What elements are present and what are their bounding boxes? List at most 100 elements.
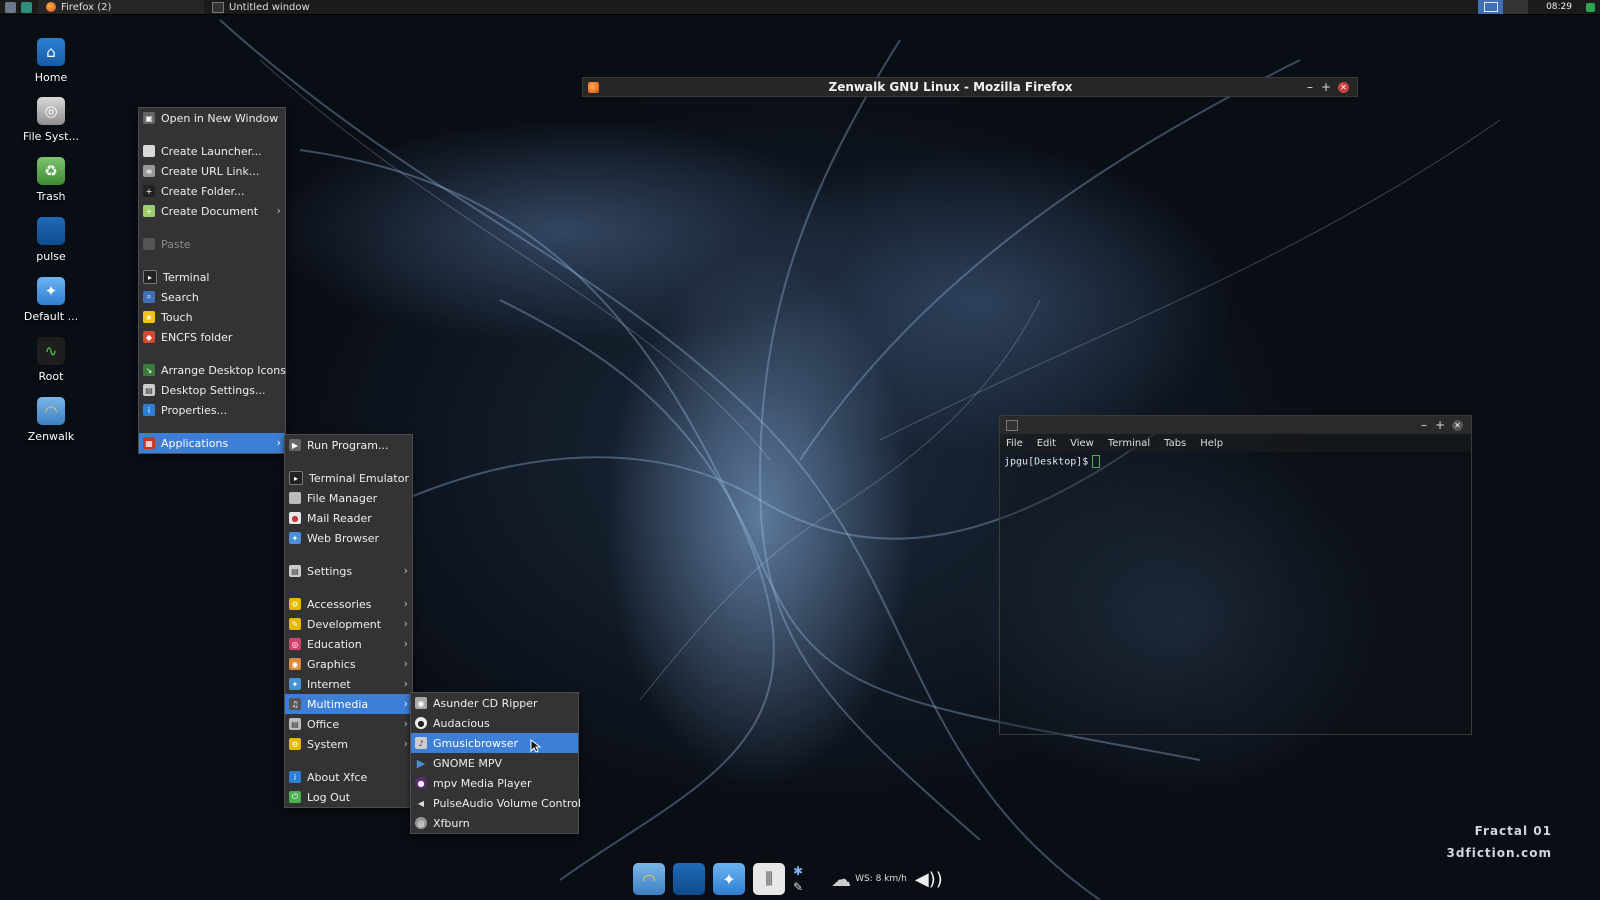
menu-item-label: Arrange Desktop Icons <box>161 363 286 377</box>
menu-item-create-launcher[interactable]: Create Launcher... <box>139 141 285 161</box>
terminal-body[interactable]: jpgu[Desktop]$ <box>1000 452 1471 471</box>
menu-item-label: Run Program... <box>307 438 389 452</box>
terminal-icon <box>212 1 224 13</box>
desktop-icon-filesystem[interactable]: ◎ File Syst... <box>15 97 87 143</box>
tray-icon[interactable] <box>1586 2 1595 12</box>
menu-item-label: Create Folder... <box>161 184 245 198</box>
menu-item-education[interactable]: ◎ Education › <box>285 634 412 654</box>
show-desktop-icon[interactable] <box>21 1 32 13</box>
menu-item-arrange-icons[interactable]: ↘ Arrange Desktop Icons <box>139 360 286 380</box>
shield-icon: ◆ <box>143 331 155 343</box>
menu-item-label: Asunder CD Ripper <box>433 696 538 710</box>
menu-item-open-new-window[interactable]: ▣ Open in New Window <box>139 108 285 128</box>
workspace-1[interactable] <box>1478 0 1504 14</box>
menu-item-log-out[interactable]: ⏻ Log Out <box>285 787 412 807</box>
menu-item-system[interactable]: ⚙ System › <box>285 734 412 754</box>
menu-item-gmusicbrowser[interactable]: ♪ Gmusicbrowser <box>411 733 578 753</box>
chevron-right-icon: › <box>276 204 281 217</box>
menu-item-asunder[interactable]: ◉ Asunder CD Ripper <box>411 693 578 713</box>
menu-item-create-document[interactable]: + Create Document › <box>139 201 285 221</box>
taskbar-item-firefox[interactable]: Firefox (2) <box>38 0 204 14</box>
desktop-icon-label: Home <box>34 71 68 84</box>
close-icon[interactable]: ✕ <box>1452 419 1463 431</box>
menu-file[interactable]: File <box>1006 438 1023 449</box>
menu-item-internet[interactable]: ✦ Internet › <box>285 674 412 694</box>
menu-item-xfburn[interactable]: ◎ Xfburn <box>411 813 578 833</box>
menu-item-create-url-link[interactable]: ≡ Create URL Link... <box>139 161 285 181</box>
menu-item-label: Xfburn <box>433 816 470 830</box>
menu-item-applications[interactable]: ▦ Applications › <box>139 433 285 453</box>
bluetooth-icon[interactable]: ✱ <box>793 863 803 879</box>
menu-item-label: Mail Reader <box>307 511 372 525</box>
workspace-2[interactable] <box>1503 0 1528 14</box>
zenwalk-icon[interactable]: ◠ <box>633 863 665 895</box>
menu-view[interactable]: View <box>1070 438 1094 449</box>
menu-item-mail-reader[interactable]: ● Mail Reader <box>285 508 412 528</box>
menu-item-label: Open in New Window <box>161 111 279 125</box>
weather-widget[interactable]: ☁ WS: 8 km/h <box>831 867 907 891</box>
info-icon: i <box>143 404 155 416</box>
maximize-icon[interactable]: + <box>1318 80 1334 94</box>
menu-item-properties[interactable]: i Properties... <box>139 400 285 420</box>
clock[interactable]: 08:29 <box>1528 2 1586 12</box>
menu-help[interactable]: Help <box>1200 438 1223 449</box>
pen-icon[interactable]: ✎ <box>793 879 803 895</box>
taskbar-item-untitled[interactable]: Untitled window <box>204 0 370 14</box>
volume-icon[interactable]: ◀)) <box>915 869 943 890</box>
terminal-window[interactable]: – + ✕ File Edit View Terminal Tabs Help … <box>999 415 1472 735</box>
menu-item-development[interactable]: ✎ Development › <box>285 614 412 634</box>
menu-item-label: Audacious <box>433 716 490 730</box>
terminal-menubar: File Edit View Terminal Tabs Help <box>1000 434 1471 452</box>
menu-item-terminal[interactable]: ▸ Terminal <box>139 267 285 287</box>
desktop-icon-home[interactable]: ⌂ Home <box>15 38 87 84</box>
window-title: Zenwalk GNU Linux - Mozilla Firefox <box>828 80 1073 94</box>
close-icon[interactable]: ✕ <box>1338 81 1349 93</box>
minimize-icon[interactable]: – <box>1302 80 1318 94</box>
menu-item-run-program[interactable]: ▶ Run Program... <box>285 435 412 455</box>
watermark-site: 3dfiction.com <box>1446 846 1552 860</box>
mixer-icon[interactable]: ⫼ <box>753 863 785 895</box>
taskbar-item-label: Firefox (2) <box>61 1 112 13</box>
watermark-title: Fractal 01 <box>1474 824 1552 838</box>
compass-icon[interactable]: ✦ <box>713 863 745 895</box>
menu-item-accessories[interactable]: ⚙ Accessories › <box>285 594 412 614</box>
menu-item-mpv[interactable]: ● mpv Media Player <box>411 773 578 793</box>
menu-item-multimedia[interactable]: ♫ Multimedia › <box>285 694 412 714</box>
menu-item-search[interactable]: ⌕ Search <box>139 287 285 307</box>
menu-item-pulseaudio[interactable]: ◀ PulseAudio Volume Control <box>411 793 581 813</box>
cloud-icon: ☁ <box>831 867 852 891</box>
desktop-icon-root[interactable]: ∿ Root <box>15 337 87 383</box>
menu-item-touch[interactable]: ★ Touch <box>139 307 285 327</box>
chevron-right-icon: › <box>403 637 408 650</box>
minimize-icon[interactable]: – <box>1416 418 1432 432</box>
menu-icon[interactable] <box>5 1 16 13</box>
folder-icon[interactable] <box>673 863 705 895</box>
menu-item-terminal-emulator[interactable]: ▸ Terminal Emulator <box>285 468 412 488</box>
menu-item-gnome-mpv[interactable]: ▶ GNOME MPV <box>411 753 578 773</box>
menu-item-settings[interactable]: ▤ Settings › <box>285 561 412 581</box>
menu-item-graphics[interactable]: ◉ Graphics › <box>285 654 412 674</box>
maximize-icon[interactable]: + <box>1432 418 1448 432</box>
menu-tabs[interactable]: Tabs <box>1164 438 1186 449</box>
menu-edit[interactable]: Edit <box>1037 438 1056 449</box>
terminal-titlebar[interactable]: – + ✕ <box>1000 416 1471 434</box>
menu-item-audacious[interactable]: ● Audacious <box>411 713 578 733</box>
desktop-icon-trash[interactable]: ♻ Trash <box>15 157 87 203</box>
menu-item-office[interactable]: ▤ Office › <box>285 714 412 734</box>
window-icon: ▣ <box>143 112 155 124</box>
menu-item-file-manager[interactable]: File Manager <box>285 488 412 508</box>
menu-terminal[interactable]: Terminal <box>1108 438 1150 449</box>
firefox-window-titlebar[interactable]: Zenwalk GNU Linux - Mozilla Firefox – + … <box>582 77 1358 97</box>
document-icon: + <box>143 205 155 217</box>
menu-item-paste[interactable]: Paste <box>139 234 285 254</box>
desktop-icon-zenwalk[interactable]: ◠ Zenwalk <box>15 397 87 443</box>
menu-item-web-browser[interactable]: ✦ Web Browser <box>285 528 412 548</box>
menu-item-create-folder[interactable]: + Create Folder... <box>139 181 285 201</box>
accessories-icon: ⚙ <box>289 598 301 610</box>
menu-item-about-xfce[interactable]: i About Xfce <box>285 767 412 787</box>
menu-item-encfs-folder[interactable]: ◆ ENCFS folder <box>139 327 285 347</box>
menu-item-desktop-settings[interactable]: ▤ Desktop Settings... <box>139 380 285 400</box>
workspace-switcher[interactable] <box>1478 0 1529 14</box>
desktop-icon-pulse[interactable]: pulse <box>15 217 87 263</box>
desktop-icon-default[interactable]: ✦ Default ... <box>15 277 87 323</box>
